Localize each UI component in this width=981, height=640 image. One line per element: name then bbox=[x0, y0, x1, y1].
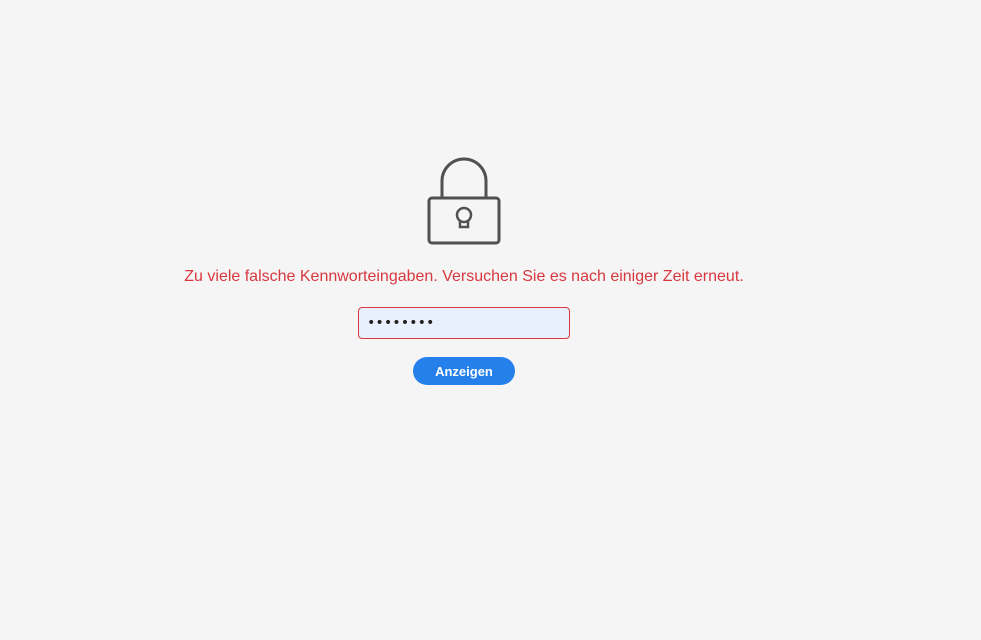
password-input[interactable] bbox=[358, 307, 570, 339]
error-message: Zu viele falsche Kennworteingaben. Versu… bbox=[184, 268, 744, 285]
lock-icon bbox=[427, 154, 501, 246]
show-button[interactable]: Anzeigen bbox=[413, 357, 515, 385]
password-lock-screen: Zu viele falsche Kennworteingaben. Versu… bbox=[0, 0, 981, 640]
